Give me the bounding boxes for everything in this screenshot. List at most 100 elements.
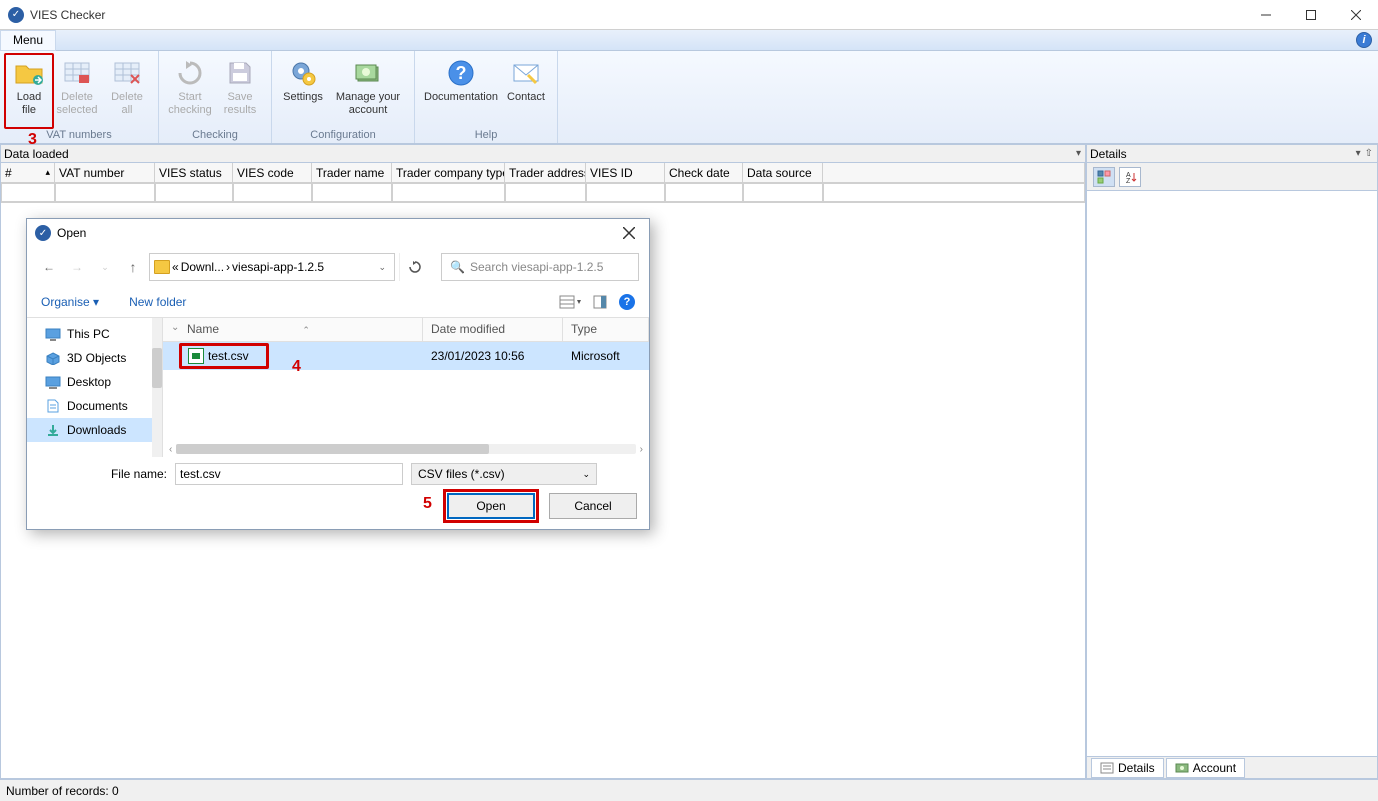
ribbon-group-vat-numbers: Loadfile Deleteselected Deleteall VAT nu…: [0, 51, 159, 143]
manage-account-button[interactable]: Manage youraccount: [328, 55, 408, 127]
grid-col-data-source[interactable]: Data source: [743, 163, 823, 182]
filetype-value: CSV files (*.csv): [418, 467, 505, 481]
grid-filter-vat[interactable]: [55, 183, 155, 202]
organise-button[interactable]: Organise ▾: [41, 295, 99, 309]
hscroll-right-icon[interactable]: ›: [640, 444, 643, 455]
grid-col-vies-code[interactable]: VIES code: [233, 163, 312, 182]
grid-col-trader-company[interactable]: Trader company type: [392, 163, 505, 182]
svg-text:?: ?: [456, 63, 467, 83]
grid-col-trader-name[interactable]: Trader name: [312, 163, 392, 182]
pin-icon[interactable]: ⇧: [1365, 148, 1373, 159]
nav-forward-button[interactable]: →: [65, 255, 89, 279]
dropdown-icon[interactable]: ▾: [1356, 148, 1361, 159]
breadcrumb[interactable]: « Downl... › viesapi-app-1.2.5 ⌄: [149, 253, 395, 281]
tree-this-pc[interactable]: This PC: [27, 322, 162, 346]
tree-documents[interactable]: Documents: [27, 394, 162, 418]
settings-button[interactable]: Settings: [278, 55, 328, 127]
breadcrumb-dropdown-icon[interactable]: ⌄: [378, 262, 386, 273]
tab-details[interactable]: Details: [1091, 758, 1164, 778]
grid-col-check-date[interactable]: Check date: [665, 163, 743, 182]
minimize-button[interactable]: [1243, 0, 1288, 30]
csv-file-icon: [188, 348, 204, 364]
tab-details-label: Details: [1118, 761, 1155, 775]
folder-tree[interactable]: This PC 3D Objects Desktop Documents Dow…: [27, 318, 163, 457]
filename-input[interactable]: [175, 463, 403, 485]
tree-desktop[interactable]: Desktop: [27, 370, 162, 394]
dialog-bottom: File name: CSV files (*.csv) ⌄ Open Canc…: [27, 457, 649, 529]
load-file-button[interactable]: Loadfile: [4, 53, 54, 129]
view-options-button[interactable]: [559, 295, 581, 309]
grid-filter-trader-company[interactable]: [392, 183, 505, 202]
save-results-button[interactable]: Saveresults: [215, 55, 265, 127]
file-row[interactable]: test.csv 23/01/2023 10:56 Microsoft: [163, 342, 649, 370]
data-panel-tab[interactable]: Data loaded ▾: [1, 145, 1085, 163]
grid-col-vies-id[interactable]: VIES ID: [586, 163, 665, 182]
refresh-button[interactable]: [399, 253, 429, 281]
grid-col-trader-address[interactable]: Trader address: [505, 163, 586, 182]
filetype-dropdown[interactable]: CSV files (*.csv) ⌄: [411, 463, 597, 485]
breadcrumb-part2[interactable]: viesapi-app-1.2.5: [232, 260, 324, 274]
file-header-type[interactable]: Type: [563, 318, 649, 341]
file-hscroll[interactable]: ‹ ›: [163, 441, 649, 457]
settings-label-1: Settings: [283, 91, 323, 103]
dialog-close-button[interactable]: [609, 219, 649, 247]
grid-filter-check-date[interactable]: [665, 183, 743, 202]
grid-col-number[interactable]: #▴: [1, 163, 55, 182]
hscroll-thumb[interactable]: [176, 444, 488, 454]
grid-filter-vies-status[interactable]: [155, 183, 233, 202]
panel-dropdown-icon[interactable]: ▾: [1076, 148, 1081, 159]
delete-all-button[interactable]: Deleteall: [102, 55, 152, 127]
file-type: Microsoft: [563, 349, 649, 363]
grid-col-vat[interactable]: VAT number: [55, 163, 155, 182]
file-header-name[interactable]: Name ⌃: [163, 318, 423, 341]
documentation-button[interactable]: ? Documentation: [421, 55, 501, 127]
file-date: 23/01/2023 10:56: [423, 349, 563, 363]
delete-selected-label-2: selected: [57, 104, 98, 116]
dialog-titlebar: ✓ Open: [27, 219, 649, 247]
grid-filter-trader-address[interactable]: [505, 183, 586, 202]
grid-col-vies-status[interactable]: VIES status: [155, 163, 233, 182]
close-button[interactable]: [1333, 0, 1378, 30]
start-checking-label-2: checking: [168, 104, 211, 116]
delete-selected-button[interactable]: Deleteselected: [52, 55, 102, 127]
hscroll-track[interactable]: [176, 444, 635, 454]
new-folder-button[interactable]: New folder: [129, 295, 186, 309]
tree-scrollbar-thumb[interactable]: [152, 348, 162, 388]
grid-filter-vies-code[interactable]: [233, 183, 312, 202]
tree-label: This PC: [67, 327, 110, 341]
nav-recent-button[interactable]: ⌄: [93, 255, 117, 279]
file-expand-icon[interactable]: ⌄: [171, 322, 179, 333]
maximize-button[interactable]: [1288, 0, 1333, 30]
start-checking-button[interactable]: Startchecking: [165, 55, 215, 127]
pc-icon: [45, 327, 61, 341]
cancel-button[interactable]: Cancel: [549, 493, 637, 519]
breadcrumb-sep: ›: [226, 260, 230, 274]
info-icon[interactable]: i: [1356, 32, 1372, 48]
hscroll-left-icon[interactable]: ‹: [169, 444, 172, 455]
grid-filter-number[interactable]: [1, 183, 55, 202]
sort-az-button[interactable]: AZ: [1119, 167, 1141, 187]
categorize-button[interactable]: [1093, 167, 1115, 187]
ribbon-group-label: Configuration: [278, 127, 408, 141]
preview-pane-button[interactable]: [593, 295, 607, 309]
contact-button[interactable]: Contact: [501, 55, 551, 127]
manage-account-label-1: Manage your: [336, 91, 400, 103]
open-button[interactable]: Open: [447, 493, 535, 519]
tree-downloads[interactable]: Downloads: [27, 418, 162, 442]
help-icon[interactable]: ?: [619, 294, 635, 310]
search-box[interactable]: 🔍 Search viesapi-app-1.2.5: [441, 253, 639, 281]
tree-3d-objects[interactable]: 3D Objects: [27, 346, 162, 370]
details-panel: Details ▾ ⇧ AZ Details Account: [1086, 144, 1378, 779]
grid-filter-vies-id[interactable]: [586, 183, 665, 202]
grid-filter-data-source[interactable]: [743, 183, 823, 202]
statusbar: Number of records: 0: [0, 779, 1378, 801]
menu-tab[interactable]: Menu: [0, 30, 56, 51]
manage-account-label-2: account: [349, 104, 388, 116]
file-header-date[interactable]: Date modified: [423, 318, 563, 341]
tab-account[interactable]: Account: [1166, 758, 1245, 778]
dropdown-icon: ⌄: [582, 469, 590, 480]
nav-up-button[interactable]: ↑: [121, 255, 145, 279]
grid-filter-trader-name[interactable]: [312, 183, 392, 202]
nav-back-button[interactable]: ←: [37, 255, 61, 279]
breadcrumb-part1[interactable]: Downl...: [181, 260, 224, 274]
